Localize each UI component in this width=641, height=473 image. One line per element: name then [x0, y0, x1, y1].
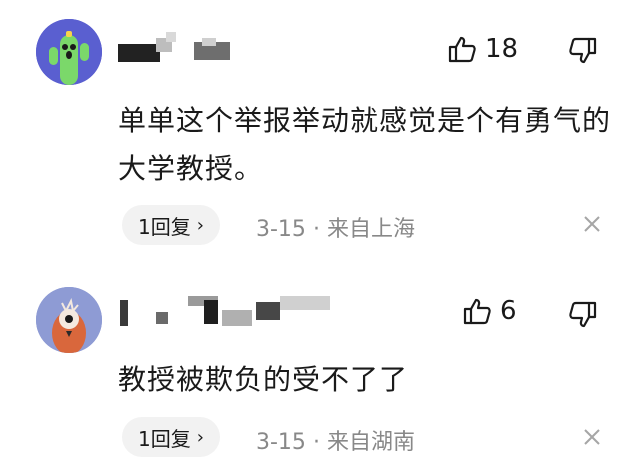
reply-button[interactable]: 1回复 ›: [122, 417, 220, 457]
comment-item: 18 单单这个举报举动就感觉是个有勇气的大学教授。 1回复 › 3-15 · 来…: [0, 0, 641, 262]
like-button[interactable]: 6: [462, 296, 517, 326]
thumbs-down-icon: [569, 301, 597, 328]
thumbs-down-icon: [569, 37, 597, 64]
dislike-button[interactable]: [568, 300, 598, 334]
reply-label: 1回复: [138, 214, 191, 239]
avatar[interactable]: [36, 287, 102, 353]
comment-date: 3-15: [256, 430, 306, 455]
close-icon: [584, 216, 600, 232]
close-button[interactable]: [582, 214, 602, 238]
bird-avatar-icon: [36, 287, 102, 353]
comment-meta: 3-15 · 来自上海: [256, 211, 415, 243]
comment-text: 单单这个举报举动就感觉是个有勇气的大学教授。: [118, 104, 612, 185]
username-redacted[interactable]: [118, 28, 230, 62]
comment-meta: 3-15 · 来自湖南: [256, 424, 415, 456]
cactus-avatar-icon: [36, 19, 102, 85]
avatar[interactable]: [36, 19, 102, 85]
close-icon: [584, 429, 600, 445]
chevron-right-icon: ›: [196, 214, 204, 236]
thumbs-up-icon: [448, 36, 476, 63]
comment-text: 教授被欺负的受不了了: [118, 363, 409, 396]
like-count: 18: [485, 34, 519, 64]
thumbs-up-icon: [463, 298, 491, 325]
close-button[interactable]: [582, 427, 602, 451]
like-button[interactable]: 18: [447, 34, 518, 64]
reply-button[interactable]: 1回复 ›: [122, 205, 220, 245]
chevron-right-icon: ›: [196, 426, 204, 448]
comment-location: 来自上海: [326, 217, 415, 242]
comment-item: 6 教授被欺负的受不了了 1回复 › 3-15 · 来自湖南: [0, 262, 641, 473]
dislike-button[interactable]: [568, 36, 598, 70]
reply-label: 1回复: [138, 426, 191, 451]
like-count: 6: [500, 296, 517, 326]
username-redacted[interactable]: [118, 292, 333, 326]
meta-separator: ·: [312, 217, 320, 242]
meta-separator: ·: [312, 430, 320, 455]
comment-location: 来自湖南: [326, 430, 415, 455]
comment-date: 3-15: [256, 217, 306, 242]
